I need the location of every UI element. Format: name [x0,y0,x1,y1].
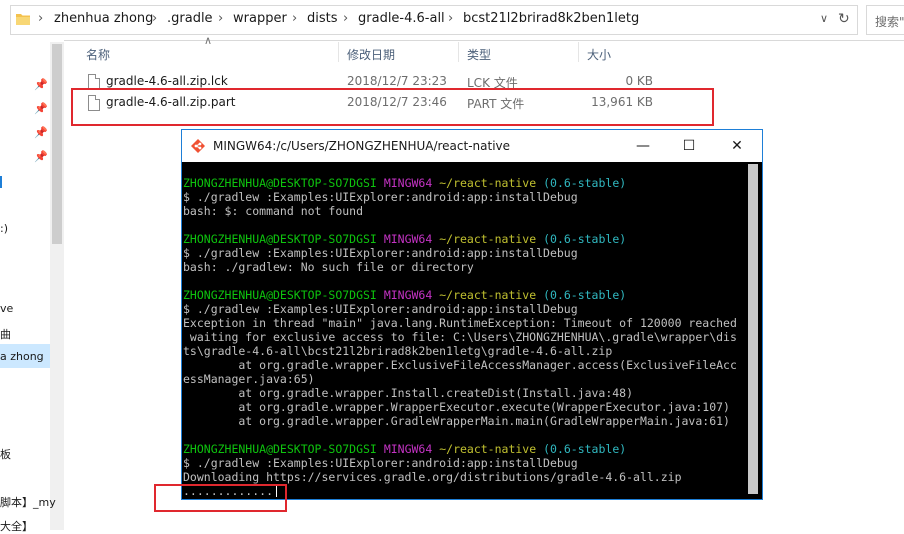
column-header-name[interactable]: 名称 [86,46,110,63]
output-line: waiting for exclusive access to file: C:… [183,330,737,344]
chevron-right-icon: › [343,11,349,26]
breadcrumb-item[interactable]: zhenhua zhong [54,11,153,26]
close-icon[interactable]: ✕ [714,134,760,158]
column-divider[interactable] [338,42,339,62]
command-line: $ ./gradlew :Examples:UIExplorer:android… [183,456,578,470]
nav-scrollbar-thumb[interactable] [52,44,62,244]
pin-icon[interactable]: 📌 [34,126,48,139]
nav-item-selected[interactable]: a zhong [0,350,44,363]
search-input[interactable]: 搜索" [866,5,904,35]
file-name: gradle-4.6-all.zip.lck [106,74,228,88]
column-header-type[interactable]: 类型 [467,46,491,63]
output-line: at org.gradle.wrapper.Install.createDist… [183,386,634,400]
chevron-right-icon: › [218,11,224,26]
output-line: at org.gradle.wrapper.ExclusiveFileAcces… [183,358,737,372]
command-line: $ ./gradlew :Examples:UIExplorer:android… [183,246,578,260]
chevron-right-icon: › [292,11,298,26]
column-header-modified[interactable]: 修改日期 [347,46,395,63]
output-line: ts\gradle-4.6-all\bcst21l2brirad8k2ben1l… [183,344,613,358]
nav-item[interactable]: 曲 [0,326,11,342]
output-line: Downloading https://services.gradle.org/… [183,470,682,484]
prompt-line: ZHONGZHENHUA@DESKTOP-SO7DGSI MINGW64 ~/r… [183,232,627,246]
output-line: at org.gradle.wrapper.WrapperExecutor.ex… [183,400,730,414]
nav-item[interactable]: 脚本】_my [0,494,56,510]
file-modified: 2018/12/7 23:23 [347,74,447,88]
prompt-line: ZHONGZHENHUA@DESKTOP-SO7DGSI MINGW64 ~/r… [183,176,627,190]
nav-item[interactable]: ve [0,302,13,315]
breadcrumb-item[interactable]: gradle-4.6-all [358,11,445,26]
minimize-icon[interactable]: — [620,134,666,158]
output-line: essManager.java:65) [183,372,315,386]
breadcrumb-item[interactable]: wrapper [233,11,287,26]
prompt-line: ZHONGZHENHUA@DESKTOP-SO7DGSI MINGW64 ~/r… [183,288,627,302]
chevron-right-icon: › [38,11,44,26]
pin-icon[interactable]: 📌 [34,150,48,163]
terminal-title-bar[interactable]: MINGW64:/c/Users/ZHONGZHENHUA/react-nati… [182,130,762,162]
output-line: Exception in thread "main" java.lang.Run… [183,316,737,330]
search-placeholder: 搜索" [875,15,904,29]
chevron-right-icon: › [152,11,158,26]
output-line: at org.gradle.wrapper.GradleWrapperMain.… [183,414,730,428]
refresh-icon[interactable]: ↻ [838,11,850,27]
folder-icon [16,14,30,25]
command-line: $ ./gradlew :Examples:UIExplorer:android… [183,302,578,316]
address-bar: › zhenhua zhong › .gradle › wrapper › di… [0,0,904,41]
output-line: bash: ./gradlew: No such file or directo… [183,260,474,274]
breadcrumb-item[interactable]: dists [307,11,338,26]
column-divider[interactable] [578,42,579,62]
nav-item[interactable]: 板 [0,446,11,462]
pin-icon[interactable]: 📌 [34,102,48,115]
breadcrumb-item[interactable]: bcst21l2brirad8k2ben1letg [463,11,639,26]
pin-icon[interactable]: 📌 [34,78,48,91]
terminal-window: MINGW64:/c/Users/ZHONGZHENHUA/react-nati… [181,129,763,500]
prompt-line: ZHONGZHENHUA@DESKTOP-SO7DGSI MINGW64 ~/r… [183,442,627,456]
nav-item-marker [0,176,2,188]
output-line: bash: $: command not found [183,204,364,218]
annotation-highlight-file [71,88,714,126]
command-line: $ ./gradlew :Examples:UIExplorer:android… [183,190,578,204]
column-divider[interactable] [458,42,459,62]
annotation-highlight-progress [154,484,287,512]
chevron-right-icon: › [448,11,454,26]
terminal-output[interactable]: ZHONGZHENHUA@DESKTOP-SO7DGSI MINGW64 ~/r… [182,162,745,499]
column-header-size[interactable]: 大小 [587,46,611,63]
terminal-scrollbar-thumb[interactable] [748,164,758,494]
chevron-down-icon[interactable]: ∨ [820,12,828,25]
breadcrumb-item[interactable]: .gradle [167,11,213,26]
nav-item[interactable]: 大全】 [0,518,33,534]
maximize-icon[interactable]: ☐ [666,134,712,158]
mingw-icon [191,139,205,153]
sort-ascending-icon: ∧ [204,34,213,47]
file-size: 0 KB [625,74,653,88]
nav-item[interactable]: :) [0,222,8,235]
terminal-title: MINGW64:/c/Users/ZHONGZHENHUA/react-nati… [213,139,511,153]
